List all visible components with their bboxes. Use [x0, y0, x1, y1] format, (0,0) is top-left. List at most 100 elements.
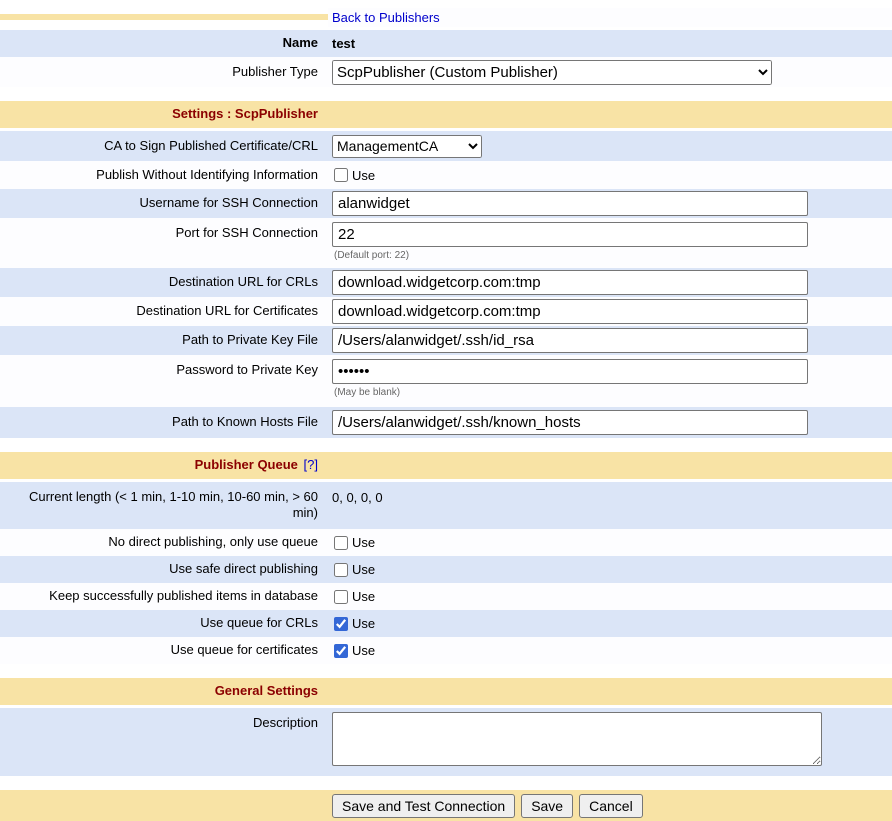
description-cell: [328, 708, 892, 768]
safe-direct-publishing-checkbox[interactable]: [334, 563, 348, 577]
description-row: Description: [0, 708, 892, 776]
port-label: Port for SSH Connection: [0, 218, 328, 244]
back-link-cell: Back to Publishers: [328, 8, 892, 27]
settings-section-title: Settings : ScpPublisher: [0, 103, 328, 125]
username-cell: [328, 189, 892, 218]
ca-select[interactable]: ManagementCA: [332, 135, 482, 158]
keep-published-row: Keep successfully published items in dat…: [0, 583, 892, 610]
anonymous-cell: Use: [328, 166, 892, 185]
password-hint: (May be blank): [332, 387, 400, 398]
queue-for-certs-checkbox[interactable]: [334, 644, 348, 658]
queue-section-title: Publisher Queue: [195, 457, 298, 472]
ca-label: CA to Sign Published Certificate/CRL: [0, 135, 328, 157]
port-cell: (Default port: 22): [328, 218, 892, 263]
save-and-test-button[interactable]: Save and Test Connection: [332, 794, 515, 818]
queue-length-row: Current length (< 1 min, 1-10 min, 10-60…: [0, 482, 892, 529]
publisher-type-row: Publisher Type ScpPublisher (Custom Publ…: [0, 57, 892, 87]
port-row: Port for SSH Connection (Default port: 2…: [0, 218, 892, 268]
queue-for-crls-row: Use queue for CRLs Use: [0, 610, 892, 637]
username-row: Username for SSH Connection: [0, 189, 892, 218]
back-to-publishers-link[interactable]: Back to Publishers: [332, 10, 440, 25]
publisher-edit-page: Back to Publishers Name test Publisher T…: [0, 0, 892, 821]
queue-for-crls-cell: Use: [328, 614, 892, 633]
safe-direct-publishing-cell: Use: [328, 560, 892, 579]
description-textarea[interactable]: [332, 712, 822, 766]
queue-help-link[interactable]: [?]: [304, 457, 318, 472]
top-left-spacer: [0, 14, 328, 20]
key-path-row: Path to Private Key File: [0, 326, 892, 355]
publisher-type-label: Publisher Type: [0, 61, 328, 83]
ca-row: CA to Sign Published Certificate/CRL Man…: [0, 131, 892, 161]
name-label: Name: [0, 32, 328, 54]
password-input[interactable]: [332, 359, 808, 384]
safe-direct-publishing-row: Use safe direct publishing Use: [0, 556, 892, 583]
known-hosts-input[interactable]: [332, 410, 808, 435]
save-button[interactable]: Save: [521, 794, 573, 818]
anonymous-label: Publish Without Identifying Information: [0, 164, 328, 186]
anonymous-checkbox[interactable]: [334, 168, 348, 182]
key-path-input[interactable]: [332, 328, 808, 353]
cancel-button[interactable]: Cancel: [579, 794, 643, 818]
cert-url-label: Destination URL for Certificates: [0, 300, 328, 322]
queue-length-label: Current length (< 1 min, 1-10 min, 10-60…: [0, 482, 328, 525]
queue-for-crls-label: Use queue for CRLs: [0, 612, 328, 634]
settings-section-header: Settings : ScpPublisher: [0, 101, 892, 128]
queue-header-spacer: [328, 464, 892, 468]
queue-length-value: 0, 0, 0, 0: [332, 486, 383, 505]
actions-cell: Save and Test Connection Save Cancel: [328, 792, 892, 820]
publisher-type-select[interactable]: ScpPublisher (Custom Publisher): [332, 60, 772, 85]
keep-published-cell: Use: [328, 587, 892, 606]
general-section-title: General Settings: [0, 680, 328, 702]
no-direct-publishing-label: No direct publishing, only use queue: [0, 531, 328, 553]
port-input[interactable]: [332, 222, 808, 247]
cert-url-row: Destination URL for Certificates: [0, 297, 892, 326]
password-cell: (May be blank): [328, 355, 892, 400]
no-direct-publishing-row: No direct publishing, only use queue Use: [0, 529, 892, 556]
general-section-header: General Settings: [0, 678, 892, 705]
actions-left-spacer: [0, 803, 328, 809]
keep-published-label: Keep successfully published items in dat…: [0, 585, 328, 607]
queue-for-certs-cell: Use: [328, 641, 892, 660]
queue-for-certs-label: Use queue for certificates: [0, 639, 328, 661]
known-hosts-row: Path to Known Hosts File: [0, 407, 892, 438]
cert-url-input[interactable]: [332, 299, 808, 324]
known-hosts-label: Path to Known Hosts File: [0, 411, 328, 433]
back-link-row: Back to Publishers: [0, 4, 892, 30]
name-value: test: [332, 36, 355, 51]
crl-url-label: Destination URL for CRLs: [0, 271, 328, 293]
anonymous-row: Publish Without Identifying Information …: [0, 161, 892, 189]
general-header-spacer: [328, 690, 892, 694]
queue-for-crls-checkbox[interactable]: [334, 617, 348, 631]
username-label: Username for SSH Connection: [0, 192, 328, 214]
safe-direct-publishing-use-label: Use: [352, 562, 375, 577]
username-input[interactable]: [332, 191, 808, 216]
password-row: Password to Private Key (May be blank): [0, 355, 892, 407]
publisher-type-cell: ScpPublisher (Custom Publisher): [328, 58, 892, 87]
queue-length-cell: 0, 0, 0, 0: [328, 482, 892, 507]
no-direct-publishing-use-label: Use: [352, 535, 375, 550]
crl-url-row: Destination URL for CRLs: [0, 268, 892, 297]
queue-for-certs-row: Use queue for certificates Use: [0, 637, 892, 664]
queue-for-crls-use-label: Use: [352, 616, 375, 631]
no-direct-publishing-checkbox[interactable]: [334, 536, 348, 550]
ca-cell: ManagementCA: [328, 133, 892, 160]
actions-row: Save and Test Connection Save Cancel: [0, 790, 892, 821]
cert-url-cell: [328, 297, 892, 326]
keep-published-use-label: Use: [352, 589, 375, 604]
keep-published-checkbox[interactable]: [334, 590, 348, 604]
known-hosts-cell: [328, 408, 892, 437]
description-label: Description: [0, 708, 328, 734]
key-path-cell: [328, 326, 892, 355]
crl-url-input[interactable]: [332, 270, 808, 295]
queue-for-certs-use-label: Use: [352, 643, 375, 658]
no-direct-publishing-cell: Use: [328, 533, 892, 552]
safe-direct-publishing-label: Use safe direct publishing: [0, 558, 328, 580]
queue-section-header: Publisher Queue [?]: [0, 452, 892, 479]
port-hint: (Default port: 22): [332, 250, 409, 261]
name-row: Name test: [0, 30, 892, 57]
settings-header-spacer: [328, 113, 892, 117]
crl-url-cell: [328, 268, 892, 297]
key-path-label: Path to Private Key File: [0, 329, 328, 351]
anonymous-use-label: Use: [352, 168, 375, 183]
password-label: Password to Private Key: [0, 355, 328, 381]
